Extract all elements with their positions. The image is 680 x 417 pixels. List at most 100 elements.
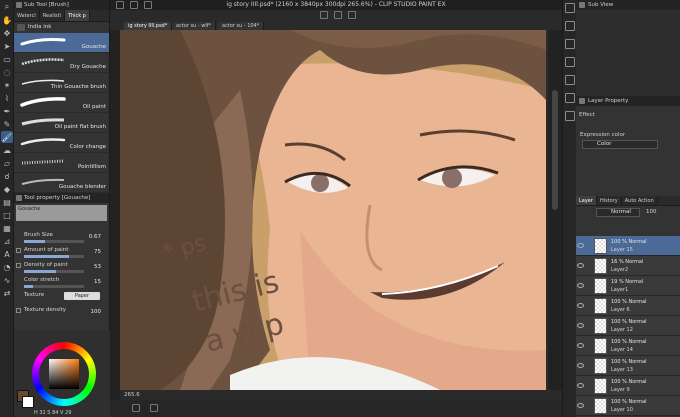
color-stretch-setting[interactable]: Color stretch 15 xyxy=(14,276,109,291)
selection-tool-icon[interactable]: ▭ xyxy=(1,53,13,65)
sub-color-swatch[interactable] xyxy=(22,396,34,408)
layer-row[interactable]: 100 % Normal Layer 15 xyxy=(576,236,680,256)
tab-layer[interactable]: Layer xyxy=(576,196,597,205)
eye-icon[interactable] xyxy=(577,383,584,388)
undo-icon[interactable] xyxy=(320,11,328,19)
eye-icon[interactable] xyxy=(577,283,584,288)
layer-row[interactable]: 100 % Normal Layer 6 xyxy=(576,296,680,316)
layer-row[interactable]: 100 % Normal Layer 10 xyxy=(576,396,680,416)
auto-select-tool-icon[interactable]: ✶ xyxy=(1,79,13,91)
panel-toggle-icon[interactable] xyxy=(565,57,575,67)
tab-watercolor[interactable]: Watercl xyxy=(14,10,40,21)
eye-icon[interactable] xyxy=(577,323,584,328)
sub-tool-oil-paint-flat[interactable]: Oil paint flat brush xyxy=(14,113,109,133)
density-of-paint-setting[interactable]: Density of paint 53 xyxy=(14,261,109,276)
tab-auto-action[interactable]: Auto Action xyxy=(622,196,658,205)
operation-tool-icon[interactable]: ➤ xyxy=(1,40,13,52)
color-swap-icon[interactable]: ⇄ xyxy=(1,287,13,299)
canvas-vertical-scrollbar[interactable] xyxy=(548,30,562,390)
pencil-tool-icon[interactable]: ✎ xyxy=(1,118,13,130)
amount-of-paint-setting[interactable]: Amount of paint 75 xyxy=(14,246,109,261)
checkbox[interactable] xyxy=(16,248,21,253)
doc-tab-actor-104[interactable]: actor su - 104* xyxy=(218,22,265,30)
correct-line-tool-icon[interactable]: ∿ xyxy=(1,274,13,286)
checkbox[interactable] xyxy=(16,308,21,313)
layer-row[interactable]: 100 % Normal Layer 9 xyxy=(576,376,680,396)
texture-select[interactable]: Paper xyxy=(64,292,100,300)
figure-tool-icon[interactable]: □ xyxy=(1,209,13,221)
eye-icon[interactable] xyxy=(577,343,584,348)
blend-tool-icon[interactable]: ☌ xyxy=(1,170,13,182)
sub-tool-thin-gouache[interactable]: Thin Gouache brush xyxy=(14,73,109,93)
sub-tool-gouache[interactable]: Gouache xyxy=(14,33,109,53)
clear-icon[interactable] xyxy=(348,11,356,19)
texture-setting[interactable]: Texture Paper xyxy=(14,291,109,306)
opacity-value[interactable]: 100 xyxy=(646,209,657,215)
panel-toggle-icon[interactable] xyxy=(565,3,575,13)
layer-row[interactable]: 16 % Normal Layer2 xyxy=(576,256,680,276)
expression-color-select[interactable]: Color xyxy=(582,140,658,149)
sub-tool-india-ink[interactable]: India ink xyxy=(14,22,109,33)
checkbox[interactable] xyxy=(16,263,21,268)
airbrush-tool-icon[interactable]: ☁ xyxy=(1,144,13,156)
eyedropper-tool-icon[interactable]: ⌇ xyxy=(1,92,13,104)
balloon-tool-icon[interactable]: ◔ xyxy=(1,261,13,273)
fill-tool-icon[interactable]: ◆ xyxy=(1,183,13,195)
zoom-tool-icon[interactable]: ⌕ xyxy=(1,1,13,13)
amount-of-paint-slider[interactable] xyxy=(24,255,84,258)
text-tool-icon[interactable]: A xyxy=(1,248,13,260)
panel-toggle-icon[interactable] xyxy=(565,93,575,103)
layer-icon[interactable] xyxy=(150,404,158,412)
sub-tool-color-change[interactable]: Color change xyxy=(14,133,109,153)
layer-property-panel: Layer Property Effect Expression color C… xyxy=(576,96,680,196)
redo-icon[interactable] xyxy=(334,11,342,19)
saturation-value-square[interactable] xyxy=(49,359,79,389)
brush-size-slider[interactable] xyxy=(24,240,84,243)
tab-realistic[interactable]: Realisti xyxy=(40,10,65,21)
move-tool-icon[interactable]: ✥ xyxy=(1,27,13,39)
texture-density-setting[interactable]: Texture density 100 xyxy=(14,306,109,321)
tab-history[interactable]: History xyxy=(597,196,622,205)
eye-icon[interactable] xyxy=(577,263,584,268)
doc-tab-actor-wlf[interactable]: actor su - wlf* xyxy=(172,22,216,30)
ruler-tool-icon[interactable]: ⊿ xyxy=(1,235,13,247)
panel-toggle-icon[interactable] xyxy=(565,111,575,121)
eye-icon[interactable] xyxy=(577,303,584,308)
blend-mode-select[interactable]: Normal xyxy=(596,208,640,217)
pen-tool-icon[interactable]: ✒ xyxy=(1,105,13,117)
drawing-canvas[interactable]: * ps this is a wip xyxy=(120,30,546,390)
zoom-readout[interactable]: 265.6 xyxy=(124,392,140,398)
gradient-tool-icon[interactable]: ▤ xyxy=(1,196,13,208)
effect-label: Effect xyxy=(579,112,595,118)
bottom-command-bar xyxy=(110,400,562,417)
tool-palette: ⌕ ✋ ✥ ➤ ▭ ◌ ✶ ⌇ ✒ ✎ 🖌 ☁ ▱ ☌ ◆ ▤ □ ▦ ⊿ A … xyxy=(0,0,14,417)
brush-tool-icon[interactable]: 🖌 xyxy=(1,131,13,143)
eraser-tool-icon[interactable]: ▱ xyxy=(1,157,13,169)
panel-toggle-icon[interactable] xyxy=(565,75,575,85)
brush-size-setting[interactable]: Brush Size 0.67 xyxy=(14,231,109,246)
sub-tool-gouache-blender[interactable]: Gouache blender xyxy=(14,173,109,193)
layer-row[interactable]: 19 % Normal Layer1 xyxy=(576,276,680,296)
density-of-paint-slider[interactable] xyxy=(24,270,84,273)
layer-property-title: Layer Property xyxy=(576,96,680,106)
layer-row[interactable]: 100 % Normal Layer 13 xyxy=(576,356,680,376)
sub-tool-dry-gouache[interactable]: Dry Gouache xyxy=(14,53,109,73)
frame-tool-icon[interactable]: ▦ xyxy=(1,222,13,234)
color-stretch-slider[interactable] xyxy=(24,285,84,288)
sub-tool-pointillism[interactable]: Pointillism xyxy=(14,153,109,173)
slider-fill xyxy=(24,270,56,273)
eye-icon[interactable] xyxy=(577,243,584,248)
panel-toggle-icon[interactable] xyxy=(565,21,575,31)
panel-toggle-icon[interactable] xyxy=(565,39,575,49)
eye-icon[interactable] xyxy=(577,363,584,368)
navigator-icon[interactable] xyxy=(132,404,140,412)
scroll-thumb[interactable] xyxy=(552,90,558,210)
doc-tab-ig-story[interactable]: ig story IIIl.psd* xyxy=(124,22,173,30)
eye-icon[interactable] xyxy=(577,403,584,408)
tab-thick-paint[interactable]: Thick p xyxy=(64,10,90,21)
layer-row[interactable]: 100 % Normal Layer 12 xyxy=(576,316,680,336)
sub-tool-oil-paint[interactable]: Oil paint xyxy=(14,93,109,113)
hand-tool-icon[interactable]: ✋ xyxy=(1,14,13,26)
lasso-tool-icon[interactable]: ◌ xyxy=(1,66,13,78)
layer-row[interactable]: 100 % Normal Layer 14 xyxy=(576,336,680,356)
